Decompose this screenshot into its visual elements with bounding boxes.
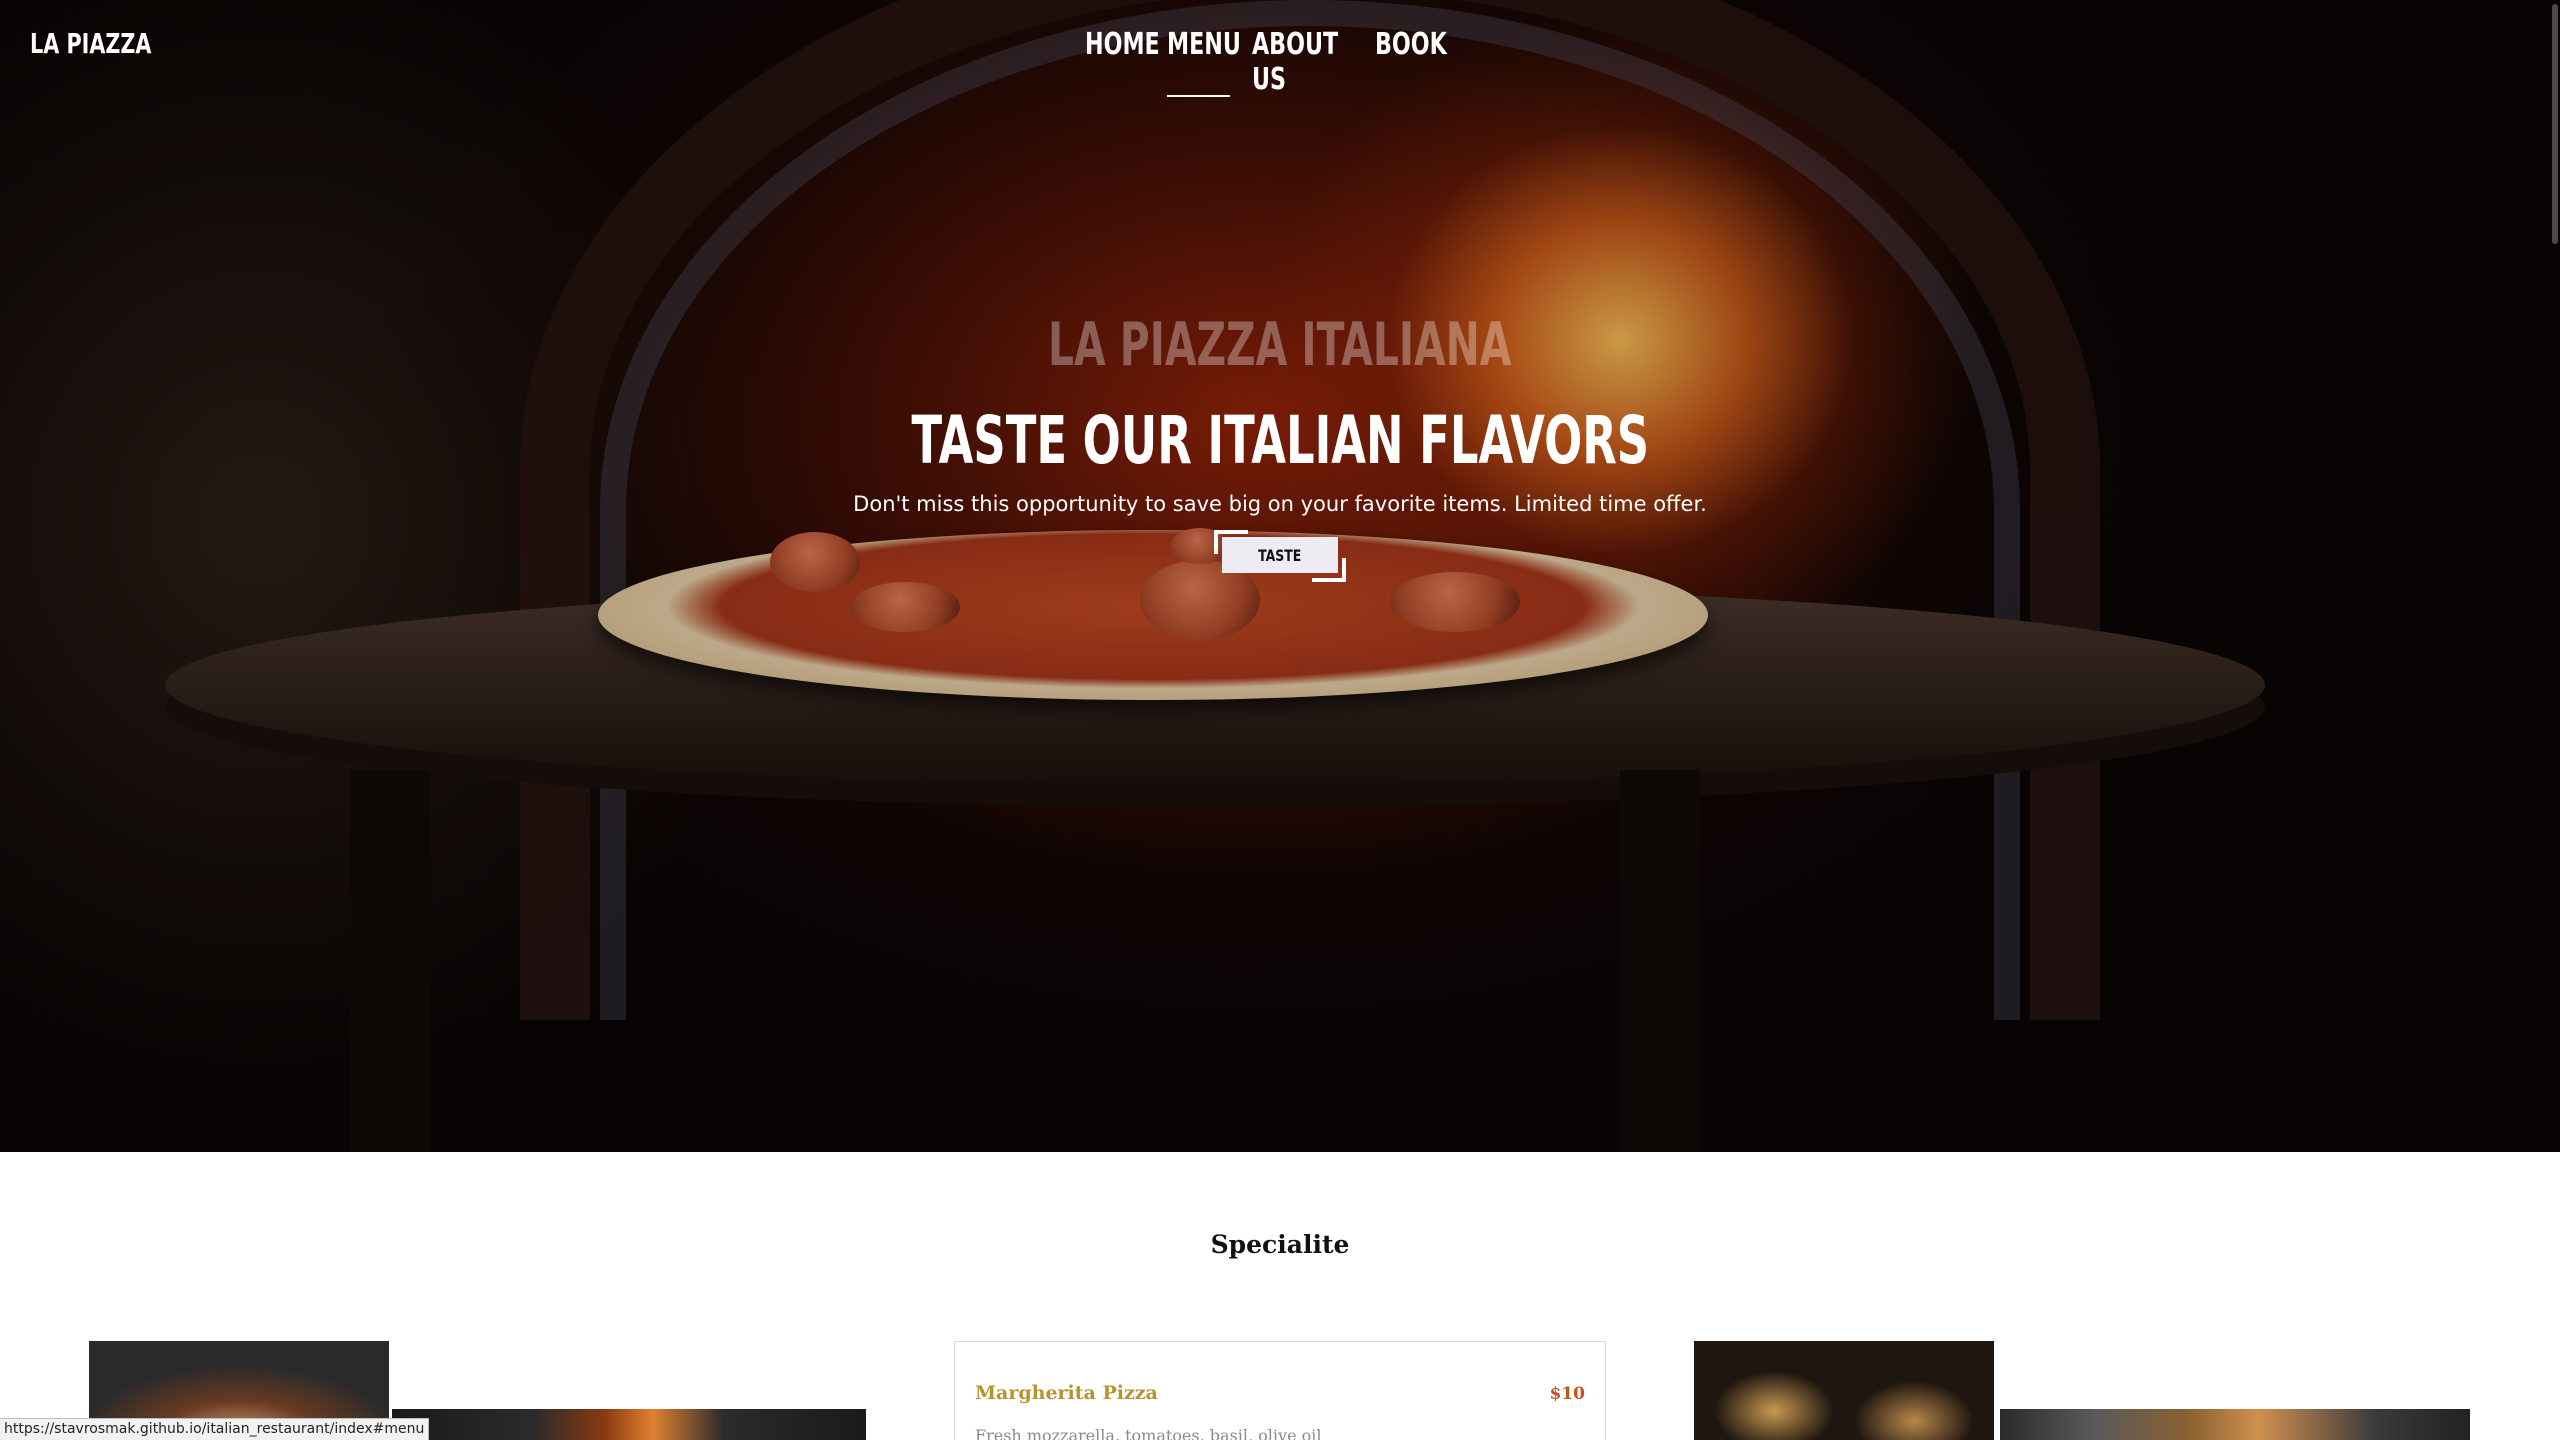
menu-item-description: Fresh mozzarella, tomatoes, basil, olive…	[975, 1426, 1322, 1440]
nav-link-book[interactable]: BOOK	[1375, 27, 1447, 97]
hero-subtitle: Don't miss this opportunity to save big …	[853, 492, 1707, 516]
menu-item-price: $10	[1549, 1384, 1586, 1404]
specialite-title: Specialite	[1210, 1230, 1350, 1259]
dining-table-photo	[2000, 1409, 2470, 1440]
taste-button[interactable]: TASTE	[1222, 537, 1338, 573]
hero-section: LA PIAZZA ITALIANA TASTE OUR ITALIAN FLA…	[0, 0, 2560, 1152]
nav-link-home[interactable]: HOME	[1085, 27, 1160, 97]
nav-link-about-us[interactable]: ABOUT US	[1252, 27, 1343, 97]
link-status-bar: https://stavrosmak.github.io/italian_res…	[0, 1418, 430, 1440]
hero-supertitle: LA PIAZZA ITALIANA	[1048, 310, 1512, 380]
main-menu: HOME MENU ABOUT US BOOK	[1085, 27, 1447, 97]
nav-link-menu[interactable]: MENU	[1167, 27, 1241, 97]
cta-frame: TASTE	[1214, 530, 1346, 582]
oven-photo	[392, 1409, 866, 1440]
menu-item-card[interactable]: Margherita Pizza $10 Fresh mozzarella, t…	[954, 1341, 1606, 1440]
menu-item-name: Margherita Pizza	[975, 1382, 1158, 1404]
scrollbar-thumb[interactable]	[2552, 4, 2558, 244]
top-nav: LA PIAZZA HOME MENU ABOUT US BOOK	[0, 0, 2560, 97]
site-logo[interactable]: LA PIAZZA	[30, 27, 151, 60]
wine-glasses-photo	[1694, 1341, 1994, 1440]
hero-title: TASTE OUR ITALIAN FLAVORS	[911, 402, 1649, 479]
